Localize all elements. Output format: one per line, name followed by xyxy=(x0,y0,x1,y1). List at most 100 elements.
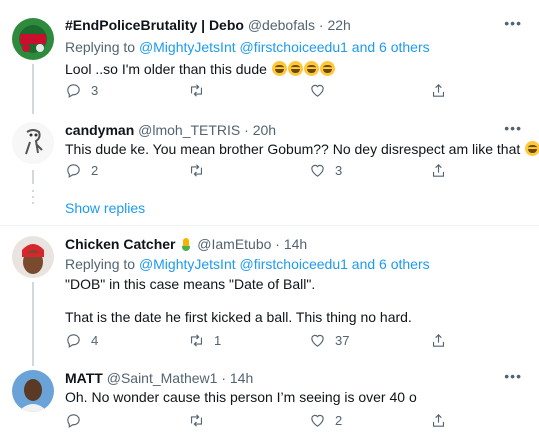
reply-button[interactable]: 2 xyxy=(65,162,98,179)
display-name[interactable]: MATT xyxy=(65,370,103,386)
reply-count: 3 xyxy=(91,83,99,98)
display-name[interactable]: Chicken Catcher xyxy=(65,236,193,252)
thread-dots xyxy=(32,190,34,192)
thread-line xyxy=(32,170,34,184)
reply-icon xyxy=(67,84,80,98)
user-handle[interactable]: @IamEtubo xyxy=(197,236,271,252)
tweet-header: #EndPoliceBrutality | Debo @debofals · 2… xyxy=(65,17,351,33)
share-button[interactable] xyxy=(430,82,447,99)
replying-others-link[interactable]: and 6 others xyxy=(352,256,430,272)
timestamp[interactable]: · 20h xyxy=(244,122,276,138)
like-button[interactable]: 2 xyxy=(309,412,342,429)
more-icon[interactable]: ••• xyxy=(504,120,522,136)
tweet-actions: 2 xyxy=(65,412,455,432)
reply-button[interactable] xyxy=(65,412,91,429)
avatar[interactable] xyxy=(12,236,54,278)
share-icon xyxy=(432,334,445,347)
reply-icon xyxy=(67,414,80,428)
joy-emoji-icon xyxy=(271,61,287,76)
tweet-matt[interactable]: MATT @Saint_Mathew1 · 14h ••• Oh. No won… xyxy=(0,366,539,445)
retweet-count: 1 xyxy=(214,333,222,348)
timestamp[interactable]: · 14h xyxy=(275,236,307,252)
more-icon[interactable]: ••• xyxy=(504,15,522,31)
reply-icon xyxy=(67,334,80,348)
corn-emoji-icon xyxy=(181,238,191,251)
tweet-candyman[interactable]: candyman @lmoh_TETRIS · 20h ••• This dud… xyxy=(0,112,539,224)
retweet-icon xyxy=(190,334,203,347)
thread-dots xyxy=(32,196,34,198)
joy-emoji-icon xyxy=(287,61,303,76)
avatar[interactable] xyxy=(12,18,54,60)
replying-others-link[interactable]: and 6 others xyxy=(352,39,430,55)
tweet-text-line-1: "DOB" in this case means "Date of Ball". xyxy=(65,276,316,292)
joy-emoji-icon xyxy=(319,61,335,76)
share-button[interactable] xyxy=(430,412,447,429)
tweet-text-content: This dude ke. You mean brother Gobum?? N… xyxy=(65,141,521,157)
tweet-actions: 3 xyxy=(65,82,455,102)
retweet-button[interactable]: 1 xyxy=(188,332,221,349)
reply-count: 2 xyxy=(91,163,99,178)
tweet-header: MATT @Saint_Mathew1 · 14h xyxy=(65,370,253,386)
display-name[interactable]: candyman xyxy=(65,122,134,138)
like-button[interactable] xyxy=(309,82,335,99)
like-button[interactable]: 3 xyxy=(309,162,342,179)
heart-icon xyxy=(311,164,324,177)
share-button[interactable] xyxy=(430,162,447,179)
user-handle[interactable]: @lmoh_TETRIS xyxy=(138,122,240,138)
share-icon xyxy=(432,164,445,177)
reply-count: 4 xyxy=(91,333,99,348)
thread-dots xyxy=(32,202,34,204)
joy-emoji-icon xyxy=(525,141,539,156)
show-replies-link[interactable]: Show replies xyxy=(65,200,145,216)
thread-line xyxy=(32,64,34,114)
share-icon xyxy=(432,414,445,427)
tweet-chicken-catcher[interactable]: Chicken Catcher @IamEtubo · 14h Replying… xyxy=(0,226,539,366)
timestamp[interactable]: · 22h xyxy=(319,17,351,33)
avatar-image xyxy=(12,370,54,412)
heart-icon xyxy=(311,84,324,97)
retweet-icon xyxy=(190,84,203,97)
user-handle[interactable]: @Saint_Mathew1 xyxy=(107,370,218,386)
retweet-button[interactable] xyxy=(188,82,214,99)
replying-prefix: Replying to xyxy=(65,256,136,272)
avatar[interactable] xyxy=(12,370,54,412)
heart-icon xyxy=(311,334,324,347)
avatar-image xyxy=(12,236,54,278)
tweet-text: Oh. No wonder cause this person I’m seei… xyxy=(65,389,417,405)
replying-prefix: Replying to xyxy=(65,39,136,55)
tweet-text: This dude ke. You mean brother Gobum?? N… xyxy=(65,140,539,159)
tweet-text-content: Lool ..so I'm older than this dude xyxy=(65,61,267,77)
retweet-button[interactable] xyxy=(188,162,214,179)
replying-to: Replying to @MightyJetsInt @firstchoicee… xyxy=(65,256,430,272)
retweet-icon xyxy=(190,414,203,427)
tweet-header: candyman @lmoh_TETRIS · 20h xyxy=(65,122,276,138)
avatar-image xyxy=(12,122,54,164)
retweet-button[interactable] xyxy=(188,412,214,429)
reply-button[interactable]: 4 xyxy=(65,332,98,349)
replying-users-link[interactable]: @MightyJetsInt @firstchoiceedu1 xyxy=(139,256,348,272)
user-handle[interactable]: @debofals xyxy=(248,17,315,33)
timestamp[interactable]: · 14h xyxy=(221,370,253,386)
tweet-actions: 4 1 37 xyxy=(65,332,455,352)
share-icon xyxy=(432,84,445,97)
replying-users-link[interactable]: @MightyJetsInt @firstchoiceedu1 xyxy=(139,39,348,55)
retweet-icon xyxy=(190,164,203,177)
reply-icon xyxy=(67,164,80,178)
tweet-header: Chicken Catcher @IamEtubo · 14h xyxy=(65,236,307,252)
display-name[interactable]: #EndPoliceBrutality | Debo xyxy=(65,17,244,33)
tweet-debo[interactable]: #EndPoliceBrutality | Debo @debofals · 2… xyxy=(0,0,539,114)
share-button[interactable] xyxy=(430,332,447,349)
replying-to: Replying to @MightyJetsInt @firstchoicee… xyxy=(65,39,430,55)
reply-button[interactable]: 3 xyxy=(65,82,98,99)
tweet-text-line-2: That is the date he first kicked a ball.… xyxy=(65,309,412,325)
tweet-text: Lool ..so I'm older than this dude xyxy=(65,60,335,79)
joy-emoji-icon xyxy=(303,61,319,76)
heart-icon xyxy=(311,414,324,427)
more-icon[interactable]: ••• xyxy=(504,368,522,384)
avatar-image xyxy=(12,18,54,60)
thread-line xyxy=(32,282,34,366)
like-count: 2 xyxy=(335,413,343,428)
avatar[interactable] xyxy=(12,122,54,164)
like-button[interactable]: 37 xyxy=(309,332,349,349)
like-count: 3 xyxy=(335,163,343,178)
